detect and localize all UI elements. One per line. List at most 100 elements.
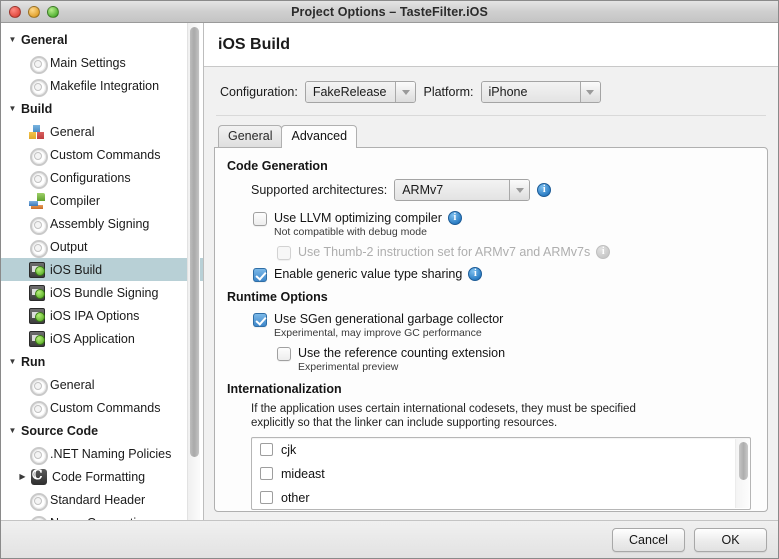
listbox-scrollbar-thumb[interactable]	[739, 441, 748, 480]
sidebar-item-code-formatting[interactable]: Code Formatting	[1, 465, 203, 488]
sgen-label-wrap: Use SGen generational garbage collector	[274, 312, 503, 326]
disclosure-triangle-down-icon[interactable]	[7, 427, 18, 435]
sidebar-item-custom-commands[interactable]: Custom Commands	[1, 143, 203, 166]
configuration-dropdown[interactable]: FakeRelease	[304, 81, 417, 103]
codeset-checkbox[interactable]	[260, 443, 273, 457]
sidebar-item-label: Output	[50, 239, 88, 254]
sidebar-item-ios-build[interactable]: iOS Build	[1, 258, 203, 281]
info-icon[interactable]: i	[468, 266, 483, 281]
codeset-label: other	[281, 490, 310, 505]
info-icon[interactable]: i	[447, 211, 462, 225]
sidebar-scrollbar-thumb[interactable]	[190, 27, 199, 457]
sidebar-item-ios-bundle-signing[interactable]: iOS Bundle Signing	[1, 281, 203, 304]
sidebar-item-configurations[interactable]: Configurations	[1, 166, 203, 189]
listbox-scrollbar-track[interactable]	[735, 438, 749, 508]
sidebar-tree: General Main Settings Makefile Integration…	[1, 23, 203, 520]
thumb2-text: Use Thumb-2 instruction set for ARMv7 an…	[298, 243, 611, 261]
codeset-checkbox[interactable]	[260, 467, 273, 481]
disclosure-triangle-down-icon[interactable]	[7, 36, 18, 44]
internationalization-description: If the application uses certain internat…	[251, 402, 636, 430]
supported-architectures-dropdown[interactable]: ARMv7	[394, 179, 531, 201]
sidebar-item-run[interactable]: Run	[1, 350, 203, 373]
tab-advanced[interactable]: Advanced	[281, 125, 358, 148]
sgen-label: Use SGen generational garbage collector	[274, 312, 504, 327]
sidebar-scrollbar-track[interactable]	[187, 23, 200, 520]
window-titlebar: Project Options – TasteFilter.iOS	[1, 1, 778, 23]
refcount-checkbox[interactable]	[277, 347, 291, 362]
sgen-checkbox[interactable]	[253, 313, 267, 328]
tab-general[interactable]: General	[218, 125, 283, 147]
gear-icon	[29, 147, 48, 166]
generic-sharing-checkbox-row[interactable]: Enable generic value type sharing i	[253, 265, 755, 283]
sidebar-item-label: iOS IPA Options	[50, 308, 140, 323]
platform-label: Platform:	[423, 85, 474, 99]
sidebar-item-custom-commands[interactable]: Custom Commands	[1, 396, 203, 419]
gear-icon	[29, 216, 48, 235]
sidebar-item-label: General	[50, 124, 95, 139]
list-item[interactable]: other	[252, 486, 750, 509]
blocks-icon	[29, 123, 45, 140]
sidebar-item-general[interactable]: General	[1, 120, 203, 143]
gear-icon	[29, 55, 48, 74]
sgen-sublabel: Experimental, may improve GC performance	[274, 327, 482, 340]
platform-dropdown[interactable]: iPhone	[480, 81, 601, 103]
codeset-checkbox[interactable]	[260, 491, 273, 505]
configuration-label: Configuration:	[220, 85, 298, 99]
supported-architectures-row: Supported architectures: ARMv7 i	[251, 179, 755, 201]
thumb2-label: Use Thumb-2 instruction set for ARMv7 an…	[298, 244, 591, 259]
sidebar-item-label: General	[50, 377, 95, 392]
disclosure-triangle-down-icon[interactable]	[7, 105, 18, 113]
chevron-down-icon	[580, 82, 600, 102]
sidebar-item-source-code[interactable]: Source Code	[1, 419, 203, 442]
sidebar-item-assembly-signing[interactable]: Assembly Signing	[1, 212, 203, 235]
sidebar-item-main-settings[interactable]: Main Settings	[1, 51, 203, 74]
refcount-checkbox-row[interactable]: Use the reference counting extension Exp…	[277, 344, 755, 374]
llvm-checkbox-row[interactable]: Use LLVM optimizing compiler i Not compa…	[253, 209, 755, 239]
sidebar-item-label: Configurations	[50, 170, 131, 185]
options-sidebar[interactable]: General Main Settings Makefile Integration…	[1, 23, 204, 520]
codesets-listbox[interactable]: cjk mideast other	[251, 436, 751, 510]
chevron-down-icon	[510, 180, 530, 200]
gear-icon	[29, 515, 48, 520]
sidebar-item-label: iOS Build	[50, 262, 103, 277]
sidebar-item-label: Main Settings	[50, 55, 126, 70]
sidebar-item-label: iOS Bundle Signing	[50, 285, 159, 300]
list-item[interactable]: cjk	[252, 438, 750, 462]
sidebar-item-makefile-integration[interactable]: Makefile Integration	[1, 74, 203, 97]
sidebar-item-net-naming-policies[interactable]: .NET Naming Policies	[1, 442, 203, 465]
llvm-checkbox[interactable]	[253, 212, 267, 226]
minimize-button[interactable]	[28, 5, 40, 18]
sidebar-item-label: .NET Naming Policies	[50, 446, 172, 461]
chevron-down-icon	[396, 82, 416, 102]
sgen-text: Use SGen generational garbage collector …	[274, 310, 503, 340]
info-icon[interactable]: i	[537, 183, 552, 197]
main-content: Configuration: FakeRelease Platform: iPh…	[204, 67, 778, 520]
generic-sharing-label-wrap: Enable generic value type sharing i	[274, 266, 483, 281]
refcount-sublabel: Experimental preview	[298, 361, 399, 374]
sidebar-item-general[interactable]: General	[1, 28, 203, 51]
codeset-label: mideast	[281, 466, 325, 481]
generic-sharing-checkbox[interactable]	[253, 267, 267, 282]
dialog-footer: Cancel OK	[1, 520, 778, 558]
sidebar-item-name-conventions[interactable]: Name Conventions	[1, 511, 203, 520]
sidebar-item-ios-ipa-options[interactable]: iOS IPA Options	[1, 304, 203, 327]
close-button[interactable]	[9, 5, 21, 18]
sidebar-item-ios-application[interactable]: iOS Application	[1, 327, 203, 350]
sidebar-item-label: Compiler	[50, 193, 101, 208]
sidebar-item-output[interactable]: Output	[1, 235, 203, 258]
sidebar-item-compiler[interactable]: Compiler	[1, 189, 203, 212]
disclosure-triangle-down-icon[interactable]	[7, 358, 18, 366]
sidebar-item-general[interactable]: General	[1, 373, 203, 396]
list-item[interactable]: mideast	[252, 462, 750, 486]
sgen-checkbox-row[interactable]: Use SGen generational garbage collector …	[253, 310, 755, 340]
sidebar-item-standard-header[interactable]: Standard Header	[1, 488, 203, 511]
sidebar-item-label: Makefile Integration	[50, 78, 160, 93]
sidebar-item-label: Custom Commands	[50, 147, 161, 162]
ok-button[interactable]: OK	[694, 527, 767, 552]
llvm-text: Use LLVM optimizing compiler i Not compa…	[274, 209, 462, 239]
cancel-button[interactable]: Cancel	[612, 527, 685, 552]
zoom-button[interactable]	[47, 5, 59, 18]
disclosure-triangle-right-icon[interactable]	[17, 473, 28, 481]
thumb2-label-wrap: Use Thumb-2 instruction set for ARMv7 an…	[298, 244, 611, 259]
sidebar-item-build[interactable]: Build	[1, 97, 203, 120]
